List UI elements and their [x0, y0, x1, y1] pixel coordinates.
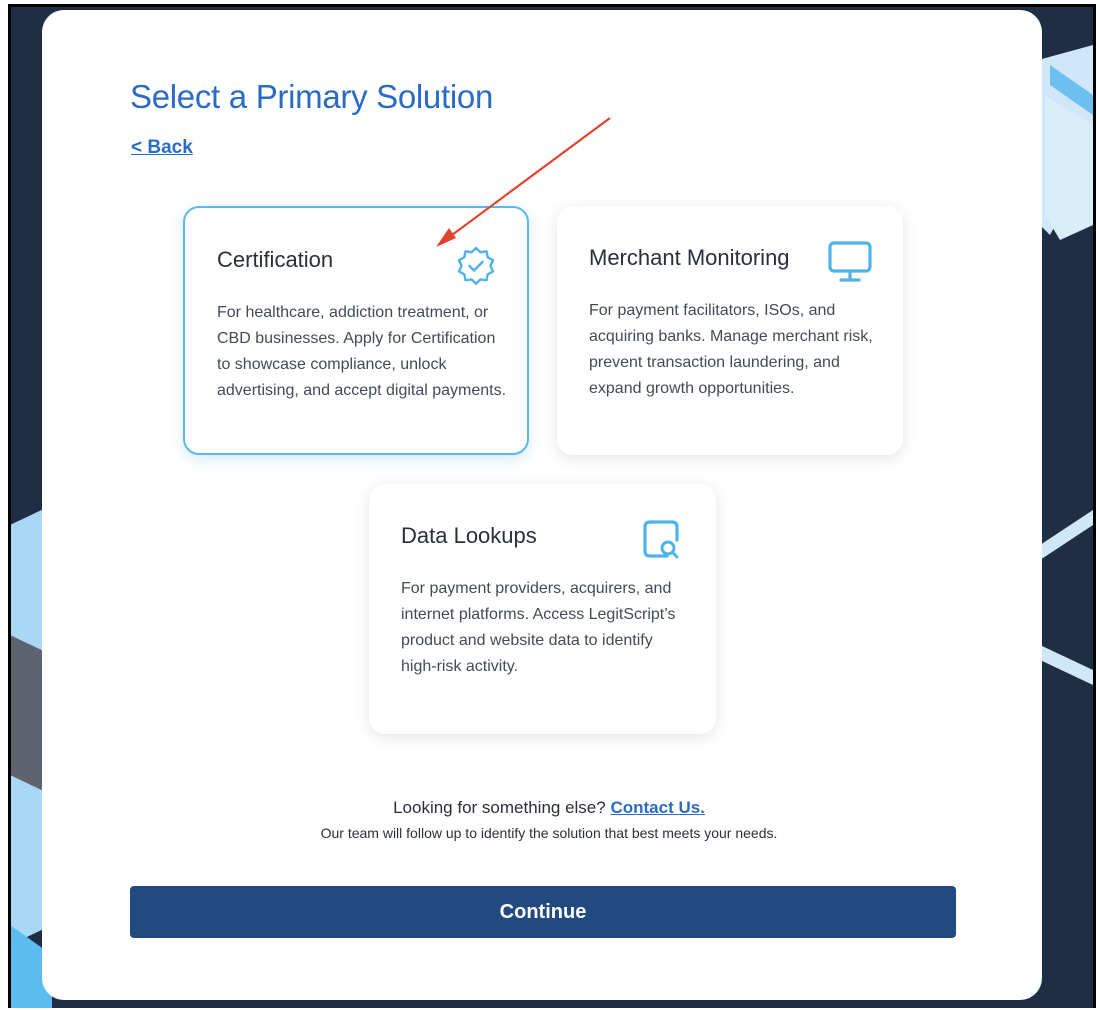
- option-merchant-monitoring[interactable]: Merchant Monitoring For payment facilita…: [557, 206, 903, 455]
- option-description: For payment facilitators, ISOs, and acqu…: [589, 302, 873, 397]
- option-certification[interactable]: Certification For healthcare, addiction …: [183, 206, 529, 455]
- badge-check-icon: [457, 246, 495, 285]
- frame-border: [8, 4, 1096, 7]
- document-search-icon: [643, 520, 679, 559]
- footer-prompt: Looking for something else? Contact Us.: [0, 798, 1098, 818]
- option-title: Certification: [217, 247, 334, 272]
- page-title: Select a Primary Solution: [130, 78, 493, 115]
- monitor-icon: [828, 241, 872, 282]
- option-title: Merchant Monitoring: [589, 245, 790, 270]
- option-description: For payment providers, acquirers, and in…: [401, 580, 676, 675]
- frame-border: [8, 5, 11, 1008]
- footer-note: Our team will follow up to identify the …: [320, 825, 778, 841]
- option-description: For healthcare, addiction treatment, or …: [217, 304, 507, 399]
- continue-button[interactable]: Continue: [130, 886, 956, 938]
- frame-border: [1093, 5, 1096, 1008]
- contact-us-link[interactable]: Contact Us.: [610, 798, 704, 817]
- footer-prompt-text: Looking for something else?: [393, 798, 606, 817]
- option-data-lookups[interactable]: Data Lookups For payment providers, acqu…: [369, 484, 716, 734]
- option-title: Data Lookups: [401, 523, 537, 548]
- back-link[interactable]: < Back: [131, 137, 193, 159]
